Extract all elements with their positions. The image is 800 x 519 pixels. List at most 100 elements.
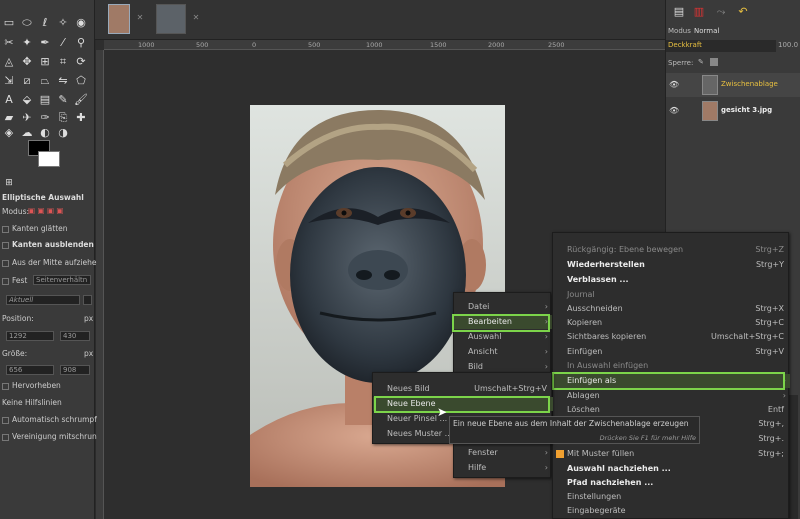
paintbrush-icon[interactable]: 🖌 xyxy=(74,93,88,107)
aspect-input[interactable]: Aktuell xyxy=(6,295,80,305)
lock-pixels-icon[interactable]: ✎ xyxy=(698,58,704,66)
eye-icon[interactable]: 👁 xyxy=(669,106,679,115)
image-tab-face[interactable] xyxy=(108,4,130,34)
blur-icon[interactable]: ◈ xyxy=(2,126,16,140)
fixed-option[interactable]: Fest xyxy=(2,276,27,285)
background-color-swatch[interactable] xyxy=(38,151,60,167)
ink-icon[interactable]: ✑ xyxy=(38,111,52,125)
menu-item-journal[interactable]: Journal xyxy=(553,288,790,302)
fuzzy-select-icon[interactable]: ✧ xyxy=(56,16,70,30)
measure-icon[interactable]: ◬ xyxy=(2,55,16,69)
layers-icon[interactable]: ▤ xyxy=(672,5,686,19)
scale-icon[interactable]: ⇲ xyxy=(2,74,16,88)
selection-mode-icons[interactable]: ▣ ▣ ▣ ▣ xyxy=(28,206,64,215)
shrink-merged-option[interactable]: Vereinigung mitschrun xyxy=(2,432,97,441)
cage-icon[interactable]: ⬠ xyxy=(74,74,88,88)
text-icon[interactable]: A xyxy=(2,93,16,107)
tool-options-icon[interactable]: ⊞ xyxy=(2,176,16,190)
align-icon[interactable]: ⊞ xyxy=(38,55,52,69)
aspect-toggle-button[interactable] xyxy=(83,295,92,305)
close-icon[interactable]: ✕ xyxy=(192,14,200,22)
menu-item-copy[interactable]: Kopieren Strg+C xyxy=(553,316,790,330)
menu-item-stroke-path[interactable]: Pfad nachziehen ... xyxy=(553,476,790,490)
fixed-dropdown[interactable]: Seitenverhältn xyxy=(33,275,91,285)
menu-item-ansicht[interactable]: Ansicht › xyxy=(454,345,552,359)
vertical-ruler xyxy=(96,50,104,519)
menu-item-undo[interactable]: Rückgängig: Ebene bewegen Strg+Z xyxy=(553,243,790,257)
feather-option[interactable]: Kanten ausblenden xyxy=(2,240,94,249)
pencil-icon[interactable]: ✎ xyxy=(56,93,70,107)
menu-item-fill-pattern[interactable]: Mit Muster füllen Strg+; xyxy=(553,447,790,461)
zoom-icon[interactable]: ⚲ xyxy=(74,36,88,50)
size-height-input[interactable]: 908 xyxy=(60,365,90,375)
menu-item-auswahl[interactable]: Auswahl › xyxy=(454,330,552,344)
menu-item-fenster[interactable]: Fenster › xyxy=(454,446,552,460)
scissors-icon[interactable]: ✂ xyxy=(2,36,16,50)
menu-item-paste[interactable]: Einfügen Strg+V xyxy=(553,345,790,359)
color-picker-icon[interactable]: ⁄ xyxy=(56,36,70,50)
paths-panel-icon[interactable]: ⤳ xyxy=(714,5,728,19)
move-icon[interactable]: ✥ xyxy=(20,55,34,69)
ellipse-select-icon[interactable]: ⬭ xyxy=(20,16,34,30)
antialias-option[interactable]: Kanten glätten xyxy=(2,224,68,233)
menu-item-cut[interactable]: Ausschneiden Strg+X xyxy=(553,302,790,316)
position-unit[interactable]: px xyxy=(84,314,93,323)
menu-item-redo[interactable]: Wiederherstellen Strg+Y xyxy=(553,258,790,272)
heal-icon[interactable]: ✚ xyxy=(74,111,88,125)
lasso-icon[interactable]: ℓ xyxy=(38,16,52,30)
clone-icon[interactable]: ⎘ xyxy=(56,111,70,125)
rect-select-icon[interactable]: ▭ xyxy=(2,16,16,30)
layer-mode-dropdown[interactable]: Normal xyxy=(694,27,719,35)
menu-item-preferences[interactable]: Einstellungen xyxy=(553,490,790,504)
dodge-icon[interactable]: ◐ xyxy=(38,126,52,140)
menu-item-bearbeiten[interactable]: Bearbeiten › xyxy=(454,315,552,329)
menu-item-datei[interactable]: Datei › xyxy=(454,300,552,314)
color-select-icon[interactable]: ◉ xyxy=(74,16,88,30)
menu-item-new-image[interactable]: Neues Bild Umschalt+Strg+V xyxy=(373,382,553,396)
size-label: Größe: xyxy=(2,349,28,358)
menu-item-buffers[interactable]: Ablagen › xyxy=(553,389,790,403)
channels-icon[interactable]: ▥ xyxy=(692,5,706,19)
close-icon[interactable]: ✕ xyxy=(136,14,144,22)
highlight-option[interactable]: Hervorheben xyxy=(2,381,61,390)
position-x-input[interactable]: 1292 xyxy=(6,331,54,341)
eraser-icon[interactable]: ▰ xyxy=(2,111,16,125)
opacity-value[interactable]: 100.0 xyxy=(778,41,798,49)
perspective-icon[interactable]: ⏢ xyxy=(38,74,52,88)
airbrush-icon[interactable]: ✈ xyxy=(20,111,34,125)
menu-item-new-layer[interactable]: Neue Ebene xyxy=(373,397,553,411)
menu-item-paste-into[interactable]: In Auswahl einfügen xyxy=(553,359,790,373)
menu-item-hilfe[interactable]: Hilfe › xyxy=(454,461,552,475)
menu-item-paste-as[interactable]: Einfügen als › xyxy=(553,374,790,388)
expand-center-option[interactable]: Aus der Mitte aufziehe xyxy=(2,258,96,267)
foreground-select-icon[interactable]: ✦ xyxy=(20,36,34,50)
edit-submenu: Rückgängig: Ebene bewegen Strg+Z Wiederhe… xyxy=(552,232,790,519)
image-tab-gorilla[interactable] xyxy=(156,4,186,34)
layer-name[interactable]: gesicht 3.jpg xyxy=(721,106,772,114)
position-y-input[interactable]: 430 xyxy=(60,331,90,341)
menu-item-fade[interactable]: Verblassen ... xyxy=(553,273,790,287)
size-unit[interactable]: px xyxy=(84,349,93,358)
menu-item-stroke-selection[interactable]: Auswahl nachziehen ... xyxy=(553,462,790,476)
flip-icon[interactable]: ⇋ xyxy=(56,74,70,88)
gradient-icon[interactable]: ▤ xyxy=(38,93,52,107)
lock-alpha-icon[interactable] xyxy=(710,58,718,66)
undo-history-icon[interactable]: ↶ xyxy=(736,5,750,19)
size-width-input[interactable]: 656 xyxy=(6,365,54,375)
crop-icon[interactable]: ⌗ xyxy=(56,55,70,69)
rotate-icon[interactable]: ⟳ xyxy=(74,55,88,69)
smudge-icon[interactable]: ☁ xyxy=(20,126,34,140)
ruler-label: 500 xyxy=(196,41,209,49)
layer-name[interactable]: Zwischenablage xyxy=(721,80,778,88)
eye-icon[interactable]: 👁 xyxy=(669,80,679,89)
burn-icon[interactable]: ◑ xyxy=(56,126,70,140)
guides-dropdown[interactable]: Keine Hilfslinien xyxy=(2,398,62,407)
auto-shrink-option[interactable]: Automatisch schrumpf xyxy=(2,415,97,424)
menu-item-copy-visible[interactable]: Sichtbares kopieren Umschalt+Strg+C xyxy=(553,330,790,344)
horizontal-ruler: 1000 500 0 500 1000 1500 2000 2500 xyxy=(104,40,665,50)
menu-item-input-devices[interactable]: Eingabegeräte xyxy=(553,504,790,518)
paths-icon[interactable]: ✒ xyxy=(38,36,52,50)
bucket-fill-icon[interactable]: ⬙ xyxy=(20,93,34,107)
shear-icon[interactable]: ⧄ xyxy=(20,74,34,88)
menu-item-clear[interactable]: Löschen Entf xyxy=(553,403,790,417)
